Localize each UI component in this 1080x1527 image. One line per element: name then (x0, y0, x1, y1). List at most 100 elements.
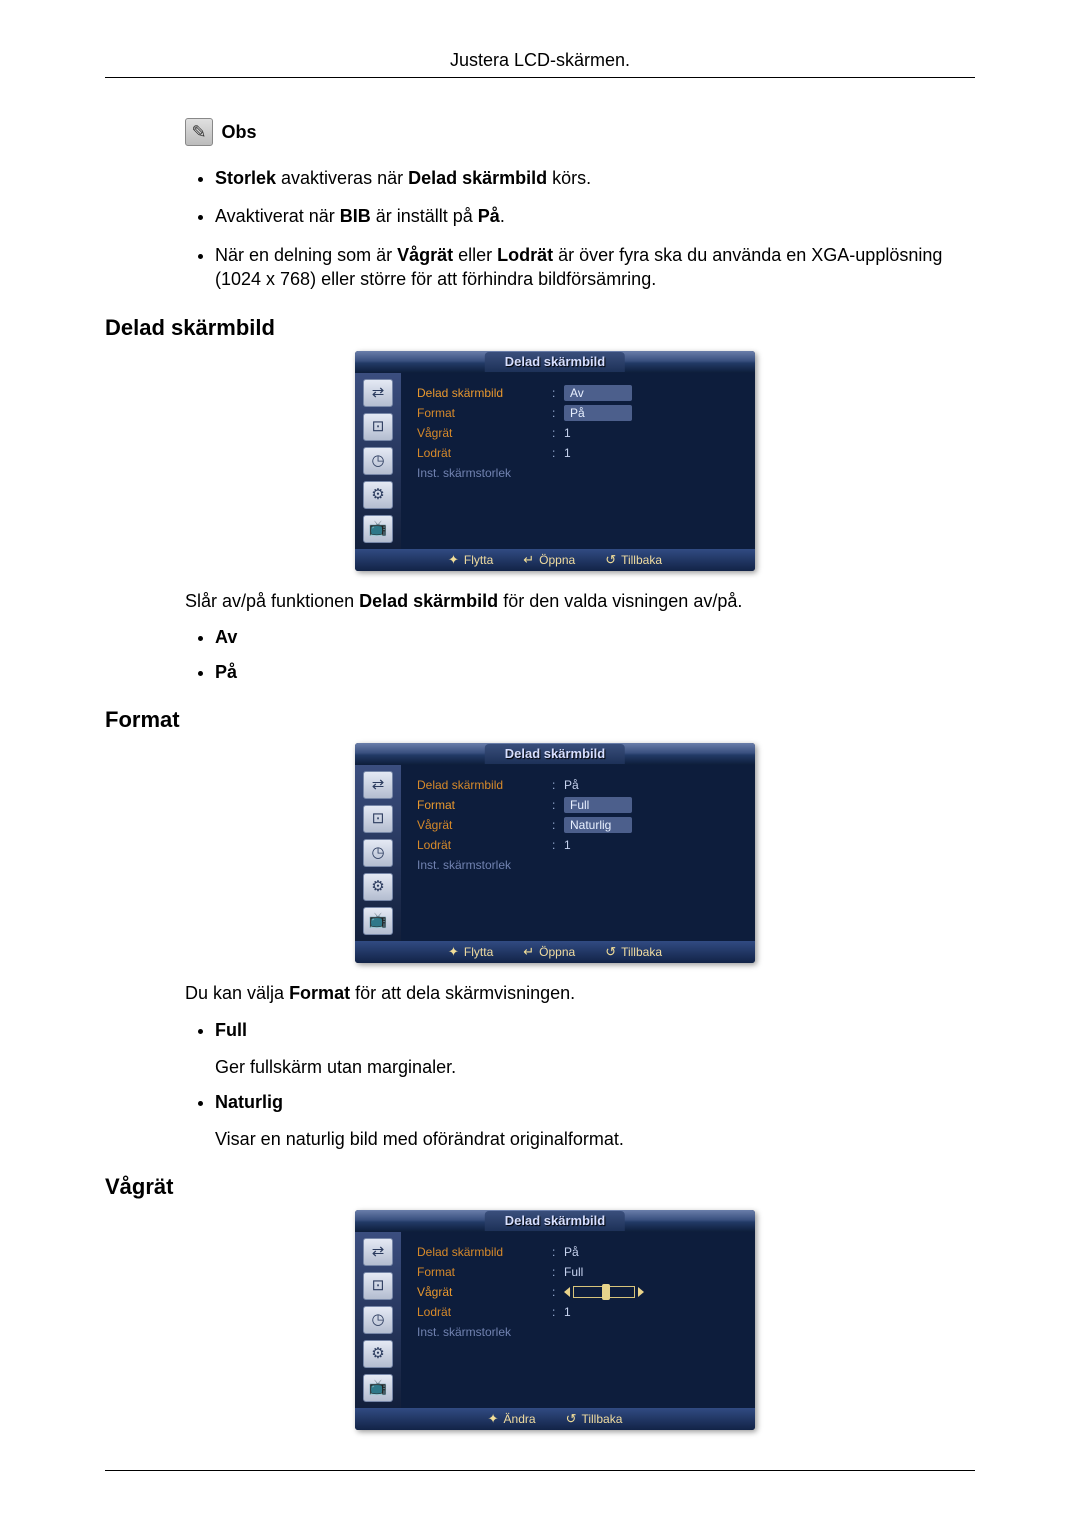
note-icon: ✎ (185, 118, 213, 146)
osd-icon: ⚙ (363, 481, 393, 509)
osd-icon-column: ⇄ ⊡ ◷ ⚙ 📺 (355, 373, 401, 549)
osd-label: Delad skärmbild (417, 386, 552, 400)
osd-row: Vågrät : (417, 1282, 745, 1302)
osd-footer-back: ↺Tillbaka (605, 552, 662, 568)
bold-text: Vågrät (397, 245, 453, 265)
osd-label: Delad skärmbild (417, 1245, 552, 1259)
osd-row: Format : Full (417, 795, 745, 815)
option-desc: Ger fullskärm utan marginaler. (215, 1057, 975, 1078)
move-icon: ✦ (488, 1411, 499, 1427)
osd-colon: : (552, 818, 564, 832)
osd-icon: ⇄ (363, 771, 393, 799)
return-icon: ↺ (566, 1411, 577, 1427)
osd-icon: 📺 (363, 515, 393, 543)
section-heading-vagrat: Vågrät (105, 1174, 975, 1200)
osd-titlebar: Delad skärmbild (355, 351, 755, 373)
osd-titlebar: Delad skärmbild (355, 743, 755, 765)
osd-slider (564, 1286, 644, 1298)
osd-label: Inst. skärmstorlek (417, 466, 552, 480)
osd-label: Inst. skärmstorlek (417, 1325, 552, 1339)
osd-value-chip: På (564, 405, 632, 421)
osd-screenshot-1: Delad skärmbild ⇄ ⊡ ◷ ⚙ 📺 Delad skärmbil… (355, 351, 975, 571)
osd-footer-open: ↵Öppna (523, 552, 575, 568)
osd-colon: : (552, 446, 564, 460)
osd-value-chip: Full (564, 797, 632, 813)
osd-label: Format (417, 1265, 552, 1279)
osd-label: Lodrät (417, 1305, 552, 1319)
option-name: På (215, 662, 237, 682)
note-item: Avaktiverat när BIB är inställt på På. (215, 204, 975, 228)
option-name: Naturlig (215, 1092, 283, 1112)
osd-icon: ⚙ (363, 873, 393, 901)
page-title: Justera LCD-skärmen. (105, 50, 975, 71)
osd-footer-back: ↺Tillbaka (566, 1411, 623, 1427)
osd-icon: ⇄ (363, 379, 393, 407)
osd-footer-move: ✦Flytta (448, 944, 493, 960)
option-name: Av (215, 627, 237, 647)
note-label: Obs (221, 122, 256, 142)
osd-footer: ✦Flytta ↵Öppna ↺Tillbaka (355, 549, 755, 571)
osd-colon: : (552, 1305, 564, 1319)
bold-text: Storlek (215, 168, 276, 188)
osd-colon: : (552, 798, 564, 812)
osd-body: ⇄ ⊡ ◷ ⚙ 📺 Delad skärmbild : På Format : (355, 765, 755, 941)
osd-icon: ◷ (363, 839, 393, 867)
bold-text: Delad skärmbild (408, 168, 547, 188)
option-item: Full Ger fullskärm utan marginaler. (215, 1020, 975, 1078)
option-desc: Visar en naturlig bild med oförändrat or… (215, 1129, 975, 1150)
osd-row: Lodrät : 1 (417, 443, 745, 463)
osd-panel: Delad skärmbild ⇄ ⊡ ◷ ⚙ 📺 Delad skärmbil… (355, 743, 755, 963)
osd-colon: : (552, 1285, 564, 1299)
osd-footer: ✦Ändra ↺Tillbaka (355, 1408, 755, 1430)
osd-icon: ◷ (363, 447, 393, 475)
arrow-left-icon (564, 1287, 570, 1297)
osd-titlebar: Delad skärmbild (355, 1210, 755, 1232)
osd-body: ⇄ ⊡ ◷ ⚙ 📺 Delad skärmbild : Av Format : (355, 373, 755, 549)
osd-footer: ✦Flytta ↵Öppna ↺Tillbaka (355, 941, 755, 963)
osd-label: Lodrät (417, 446, 552, 460)
osd-title: Delad skärmbild (485, 744, 625, 764)
osd-row: Delad skärmbild : På (417, 1242, 745, 1262)
osd-value: På (564, 778, 579, 792)
osd-content: Delad skärmbild : På Format : Full Vågrä… (401, 1232, 755, 1408)
note-list: Storlek avaktiveras när Delad skärmbild … (215, 166, 975, 291)
osd-row: Delad skärmbild : På (417, 775, 745, 795)
enter-icon: ↵ (523, 552, 534, 568)
osd-value-chip: Naturlig (564, 817, 632, 833)
osd-icon: ◷ (363, 1306, 393, 1334)
osd-colon: : (552, 838, 564, 852)
osd-value: 1 (564, 1305, 571, 1319)
move-icon: ✦ (448, 552, 459, 568)
osd-value: 1 (564, 426, 571, 440)
note-item: När en delning som är Vågrät eller Lodrä… (215, 243, 975, 292)
osd-colon: : (552, 1265, 564, 1279)
section-desc-delad: Slår av/på funktionen Delad skärmbild fö… (185, 589, 975, 613)
osd-label: Vågrät (417, 426, 552, 440)
osd-row: Format : Full (417, 1262, 745, 1282)
osd-value: 1 (564, 446, 571, 460)
osd-value: Full (564, 1265, 583, 1279)
option-list-delad: Av På (215, 627, 975, 683)
osd-row: Format : På (417, 403, 745, 423)
osd-content: Delad skärmbild : På Format : Full Vågrä… (401, 765, 755, 941)
arrow-right-icon (638, 1287, 644, 1297)
osd-row: Delad skärmbild : Av (417, 383, 745, 403)
option-item: Av (215, 627, 975, 648)
page: Justera LCD-skärmen. ✎ Obs Storlek avakt… (0, 0, 1080, 1527)
osd-footer-change: ✦Ändra (488, 1411, 536, 1427)
osd-label: Format (417, 798, 552, 812)
footer-rule (105, 1470, 975, 1471)
bold-text: På (478, 206, 500, 226)
osd-row: Vågrät : Naturlig (417, 815, 745, 835)
osd-label: Format (417, 406, 552, 420)
osd-row: Inst. skärmstorlek (417, 463, 745, 483)
header-rule (105, 77, 975, 78)
osd-label: Inst. skärmstorlek (417, 858, 552, 872)
osd-colon: : (552, 386, 564, 400)
osd-body: ⇄ ⊡ ◷ ⚙ 📺 Delad skärmbild : På Format : (355, 1232, 755, 1408)
note-box: ✎ Obs (185, 118, 975, 146)
osd-row: Vågrät : 1 (417, 423, 745, 443)
osd-label: Vågrät (417, 818, 552, 832)
osd-title: Delad skärmbild (485, 1211, 625, 1231)
osd-footer-move: ✦Flytta (448, 552, 493, 568)
